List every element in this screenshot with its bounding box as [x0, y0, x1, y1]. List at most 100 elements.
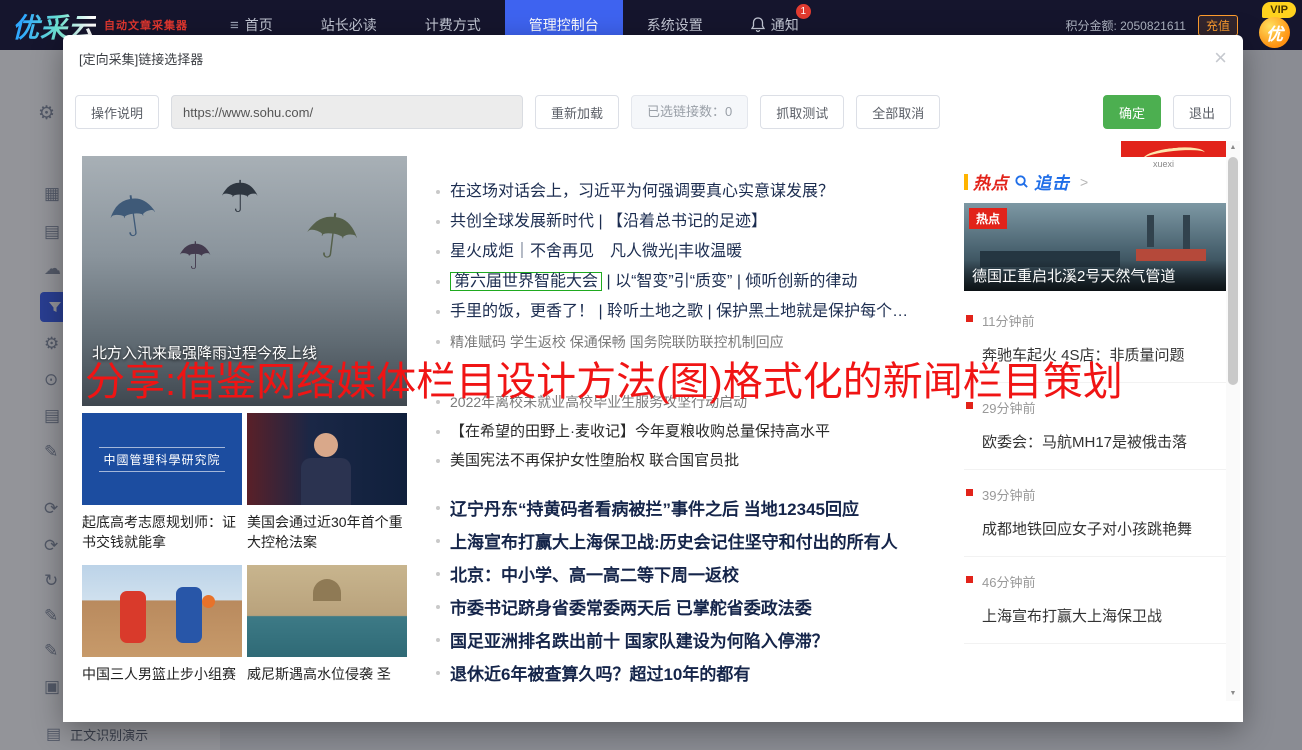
url-input[interactable] — [171, 95, 523, 129]
headline-text: 在这场对话会上，习近平为何强调要真心实意谋发展？ — [450, 183, 834, 200]
headline-link[interactable]: 共创全球发展新时代 | 【沿着总书记的足迹】 — [436, 207, 964, 237]
dome-figure — [313, 579, 341, 601]
person-figure — [301, 458, 351, 505]
card-image — [247, 565, 407, 657]
card-caption: 威尼斯遇高水位侵袭 圣 — [247, 664, 407, 684]
hot-photo-caption: 德国正重启北溪2号天然气管道 — [964, 260, 1226, 291]
headline-link[interactable]: 在这场对话会上，习近平为何强调要真心实意谋发展？ — [436, 177, 964, 207]
headline-text: 市委书记跻身省委常委两天后 已掌舵省委政法委 — [450, 599, 812, 618]
nav-label: 计费方式 — [425, 15, 481, 35]
card-caption: 美国会通过近30年首个重大控枪法案 — [247, 512, 407, 552]
notification-badge: 1 — [796, 4, 811, 19]
link-selector-dialog: [定向采集]链接选择器 × 操作说明 重新加载 已选链接数：0 抓取测试 全部取… — [63, 35, 1243, 722]
bell-icon — [751, 17, 765, 33]
chevron-right-icon: > — [1080, 174, 1088, 190]
player-figure — [120, 591, 146, 643]
nav-label: 系统设置 — [647, 15, 703, 35]
news-card[interactable]: 威尼斯遇高水位侵袭 圣 — [247, 565, 407, 684]
hot-topics-header[interactable]: 热点 追击 > — [964, 169, 1226, 194]
player-figure — [176, 587, 202, 643]
bullet-icon — [436, 539, 440, 543]
cancel-all-button[interactable]: 全部取消 — [856, 95, 940, 129]
headline-link[interactable]: 辽宁丹东“持黄码者看病被拦”事件之后 当地12345回应 — [436, 493, 964, 526]
hot-topic-photo[interactable]: 热点 德国正重启北溪2号天然气管道 — [964, 203, 1226, 291]
scroll-up-icon[interactable]: ▲ — [1226, 141, 1240, 155]
reload-button[interactable]: 重新加载 — [535, 95, 619, 129]
headline-link[interactable]: 国足亚洲排名跌出前十 国家队建设为何陷入停滞？ — [436, 625, 964, 658]
nav-label: 首页 — [245, 15, 273, 35]
headline-link[interactable]: 【在希望的田野上·麦收记】今年夏粮收购总量保持高水平 — [436, 417, 964, 446]
dialog-toolbar: 操作说明 重新加载 已选链接数：0 抓取测试 全部取消 确定 退出 — [63, 81, 1243, 141]
hot-label: 热点 — [973, 169, 1009, 194]
institute-logo-text: 中國管理科學研究院 — [99, 447, 224, 472]
news-card[interactable]: 中國管理科學研究院 起底高考志愿规划师：证书交钱就能拿 — [82, 413, 242, 552]
accent-bar — [964, 174, 968, 190]
hot-topic-item[interactable]: 39分钟前 成都地铁回应女子对小孩跳艳舞 — [964, 470, 1226, 557]
confirm-button[interactable]: 确定 — [1103, 95, 1161, 129]
hot-item-title: 欧委会：马航MH17是被俄击落 — [982, 431, 1226, 452]
umbrella-icon: ☂ — [300, 197, 364, 276]
magnifier-icon — [1014, 174, 1029, 189]
headline-link[interactable]: 手里的饭，更香了！ | 聆听土地之歌 | 保护黑土地就是保护每个… — [436, 297, 964, 327]
capture-test-button[interactable]: 抓取测试 — [760, 95, 844, 129]
corner-brand: VIP 优 — [1244, 0, 1300, 50]
bullet-icon — [436, 340, 440, 344]
selected-link-highlight[interactable]: 第六届世界智能大会 — [450, 272, 602, 291]
bullet-icon — [436, 220, 440, 224]
spacer — [436, 475, 964, 493]
scrollbar-thumb[interactable] — [1228, 157, 1238, 385]
headline-text: 手里的饭，更香了！ | 聆听土地之歌 | 保护黑土地就是保护每个… — [450, 303, 908, 320]
headline-link[interactable]: 星火成炬｜不舍再见 凡人微光|丰收温暖 — [436, 237, 964, 267]
screen: ⚙ ▦ ▤ ☁ ⚙ ⊙ ▤ ✎ ⟳ ⟳ ↻ ✎ ✎ ▣ ▤ 正文识别演示 — [0, 0, 1302, 750]
red-square-bullet-icon — [966, 315, 973, 322]
card-image: 中國管理科學研究院 — [82, 413, 242, 505]
card-caption: 中国三人男篮止步小组赛 — [82, 664, 242, 684]
banner-swoosh — [1142, 145, 1205, 157]
nav-label: 通知 — [771, 15, 799, 35]
headline-text: 国足亚洲排名跌出前十 国家队建设为何陷入停滞？ — [450, 632, 829, 651]
brand-tagline: 自动文章采集器 — [104, 17, 188, 33]
recharge-button[interactable]: 充值 — [1198, 15, 1238, 36]
scrollbar[interactable]: ▲ ▼ — [1226, 141, 1240, 701]
news-card[interactable]: 美国会通过近30年首个重大控枪法案 — [247, 413, 407, 552]
bullet-icon — [436, 572, 440, 576]
hot-topic-item[interactable]: 46分钟前 上海宣布打赢大上海保卫战 — [964, 557, 1226, 644]
headline-text: 星火成炬｜不舍再见 凡人微光|丰收温暖 — [450, 243, 742, 260]
headline-link[interactable]: 市委书记跻身省委常委两天后 已掌舵省委政法委 — [436, 592, 964, 625]
headline-link-selected[interactable]: 第六届世界智能大会 | 以“智变”引“质变” | 倾听创新的律动 — [436, 267, 964, 297]
bullet-icon — [436, 190, 440, 194]
bullet-icon — [436, 280, 440, 284]
promo-banner[interactable] — [1121, 141, 1227, 157]
crane-figure — [1147, 215, 1154, 247]
hot-item-time: 39分钟前 — [982, 485, 1226, 504]
vip-badge: VIP — [1262, 2, 1296, 18]
news-card[interactable]: 中国三人男篮止步小组赛 — [82, 565, 242, 684]
red-square-bullet-icon — [966, 489, 973, 496]
hot-photo-badge: 热点 — [969, 208, 1007, 229]
headline-text: 退休近6年被查算久吗？超过10年的都有 — [450, 665, 750, 684]
bullet-icon — [436, 310, 440, 314]
exit-button[interactable]: 退出 — [1173, 95, 1231, 129]
umbrella-icon: ☂ — [104, 181, 163, 253]
headline-link[interactable]: 退休近6年被查算久吗？超过10年的都有 — [436, 658, 964, 691]
close-icon[interactable]: × — [1214, 47, 1227, 69]
umbrella-icon: ☂ — [178, 234, 212, 279]
dialog-title: [定向采集]链接选择器 — [79, 49, 203, 68]
hot-item-title: 成都地铁回应女子对小孩跳艳舞 — [982, 518, 1226, 539]
hamburger-icon: ≡ — [230, 17, 239, 34]
headline-link[interactable]: 上海宣布打赢大上海保卫战:历史会记住坚守和付出的所有人 — [436, 526, 964, 559]
dialog-header: [定向采集]链接选择器 × — [63, 35, 1243, 81]
scroll-down-icon[interactable]: ▼ — [1226, 687, 1240, 701]
bullet-icon — [436, 605, 440, 609]
help-button[interactable]: 操作说明 — [75, 95, 159, 129]
basketball-icon — [202, 595, 215, 608]
banner-caption: xuexi — [1153, 159, 1174, 169]
bullet-icon — [436, 459, 440, 463]
headline-text: 精准赋码 学生返校 保通保畅 国务院联防联控机制回应 — [450, 334, 784, 350]
headline-link[interactable]: 北京：中小学、高一高二等下周一返校 — [436, 559, 964, 592]
embedded-webpage: xuexi ☂ ☂ ☂ ☂ 北方入汛来最强降雨过程今夜上线 中國管理科學研究院 … — [63, 141, 1243, 722]
headline-link[interactable]: 美国宪法不再保护女性堕胎权 联合国官员批 — [436, 446, 964, 475]
headline-text: 共创全球发展新时代 | 【沿着总书记的足迹】 — [450, 213, 767, 230]
umbrella-icon: ☂ — [220, 172, 259, 223]
hot-item-time: 46分钟前 — [982, 572, 1226, 591]
